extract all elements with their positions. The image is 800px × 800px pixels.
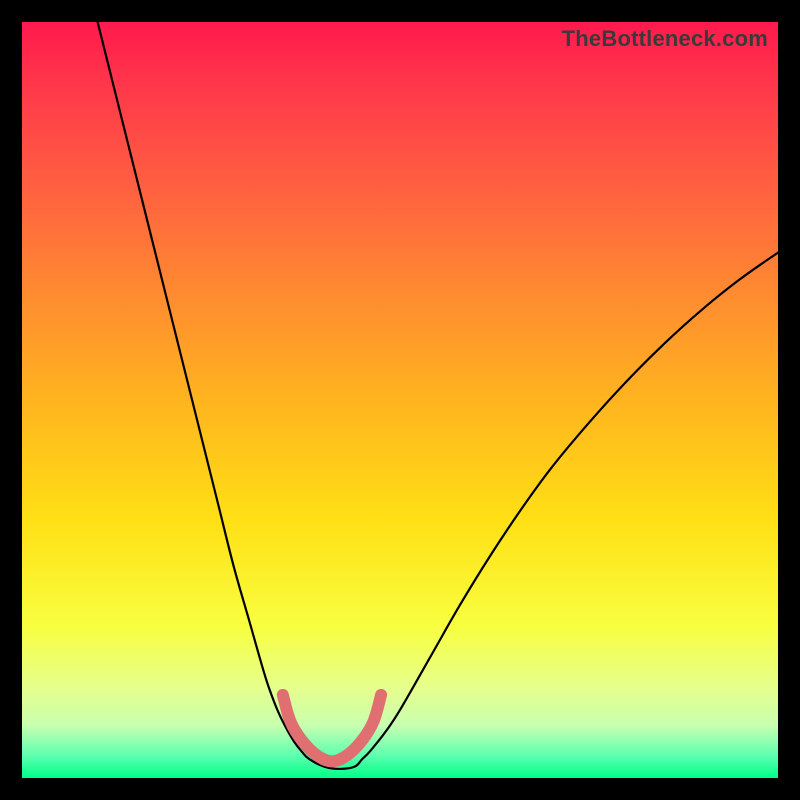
bottleneck-curve (98, 22, 778, 769)
chart-canvas (22, 22, 778, 778)
chart-frame: TheBottleneck.com (22, 22, 778, 778)
highlight-arc (283, 695, 381, 762)
